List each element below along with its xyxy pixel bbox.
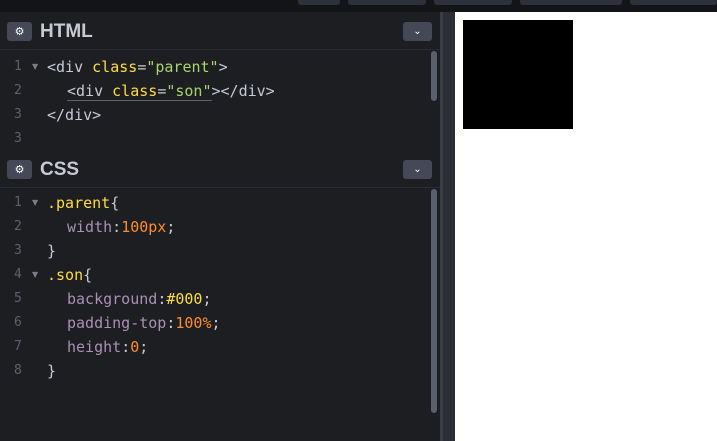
code-token-semicolon: ; — [166, 218, 176, 236]
fold-arrow-icon[interactable]: ▼ — [32, 55, 38, 79]
code-token-brace: } — [47, 242, 57, 260]
line-number: 2 — [14, 219, 22, 234]
code-token-attr: class — [112, 82, 158, 101]
code-token-semicolon: ; — [139, 338, 149, 356]
code-token-brace: } — [47, 362, 57, 380]
code-token-colon: : — [157, 290, 167, 308]
line-number: 6 — [14, 315, 22, 330]
code-token-value: #000 — [166, 290, 203, 308]
editor-preview-resize-handle[interactable] — [440, 12, 455, 441]
code-line: background:#000; — [47, 287, 212, 311]
css-code-editor[interactable]: 1 ▼ 2 3 4 ▼ 5 6 7 8 .parent{ width:100px… — [0, 189, 440, 441]
top-toolbar — [0, 0, 717, 12]
code-line: </div> — [47, 103, 101, 127]
line-number: 4 — [14, 267, 22, 282]
result-preview — [455, 12, 717, 441]
html-panel-title: HTML — [40, 21, 93, 42]
html-code-editor[interactable]: 1 ▼ 2 3 3 <div class="parent"> <div clas… — [0, 51, 440, 146]
preview-parent-box — [463, 20, 573, 129]
code-token-value: 100px — [121, 218, 167, 236]
code-token-value: 100% — [175, 314, 212, 332]
fold-arrow-icon[interactable]: ▼ — [32, 263, 38, 287]
code-token-string: "son" — [166, 82, 212, 101]
line-number: 1 — [14, 59, 22, 74]
code-token-semicolon: ; — [211, 314, 221, 332]
css-settings-gear-icon[interactable]: ⚙ — [7, 160, 32, 179]
line-number: 5 — [14, 291, 22, 306]
code-token-eq: = — [157, 82, 167, 101]
code-token-property: padding-top — [67, 314, 167, 332]
code-token-tag: <div — [47, 58, 93, 76]
code-token-colon: : — [112, 218, 122, 236]
html-panel-header: ⚙ HTML ⌄ — [0, 12, 440, 50]
line-number: 3 — [14, 243, 22, 258]
fold-arrow-icon[interactable]: ▼ — [32, 191, 38, 215]
toolbar-button[interactable] — [520, 0, 622, 5]
css-collapse-chevron-down-icon[interactable]: ⌄ — [403, 160, 432, 179]
html-collapse-chevron-down-icon[interactable]: ⌄ — [403, 22, 432, 41]
html-scrollbar[interactable] — [431, 51, 437, 101]
editor-column: ⚙ HTML ⌄ 1 ▼ 2 3 3 <div class="parent"> … — [0, 12, 440, 441]
code-token-colon: : — [121, 338, 131, 356]
line-number: 3 — [14, 107, 22, 122]
code-token-string: "parent" — [146, 58, 219, 76]
code-token-value: 0 — [130, 338, 140, 356]
code-token-property: width — [67, 218, 113, 236]
code-line: } — [47, 239, 56, 263]
line-number: 2 — [14, 83, 22, 98]
code-token-tag: > — [218, 58, 228, 76]
code-token-property: height — [67, 338, 122, 356]
code-line: width:100px; — [47, 215, 175, 239]
toolbar-button[interactable] — [298, 0, 340, 5]
code-line: <div class="parent"> — [47, 55, 228, 79]
code-line: <div class="son"></div> — [47, 79, 275, 103]
code-token-eq: = — [137, 58, 147, 76]
line-number: 3 — [14, 131, 22, 146]
css-panel-title: CSS — [40, 159, 80, 180]
css-panel-header: ⚙ CSS ⌄ — [0, 150, 440, 188]
code-token-property: background — [67, 290, 158, 308]
line-number: 8 — [14, 363, 22, 378]
code-token-semicolon: ; — [202, 290, 212, 308]
code-token-tag: ></div> — [211, 82, 275, 100]
preview-son-box — [463, 20, 573, 129]
code-token-tag: <div — [67, 82, 113, 101]
code-token-brace: { — [83, 266, 93, 284]
code-line: .son{ — [47, 263, 92, 287]
line-number: 1 — [14, 195, 22, 210]
code-token-brace: { — [110, 194, 120, 212]
code-line: .parent{ — [47, 191, 119, 215]
css-scrollbar[interactable] — [431, 189, 437, 413]
code-token-selector: .parent — [47, 194, 111, 212]
toolbar-button[interactable] — [630, 0, 717, 5]
code-token-selector: .son — [47, 266, 84, 284]
toolbar-button[interactable] — [348, 0, 426, 5]
code-line: } — [47, 359, 56, 383]
code-line: padding-top:100%; — [47, 311, 221, 335]
code-line: height:0; — [47, 335, 148, 359]
line-number: 7 — [14, 339, 22, 354]
html-settings-gear-icon[interactable]: ⚙ — [7, 22, 32, 41]
code-token-attr: class — [92, 58, 138, 76]
toolbar-button[interactable] — [434, 0, 512, 5]
code-token-tag: </div> — [47, 106, 102, 124]
